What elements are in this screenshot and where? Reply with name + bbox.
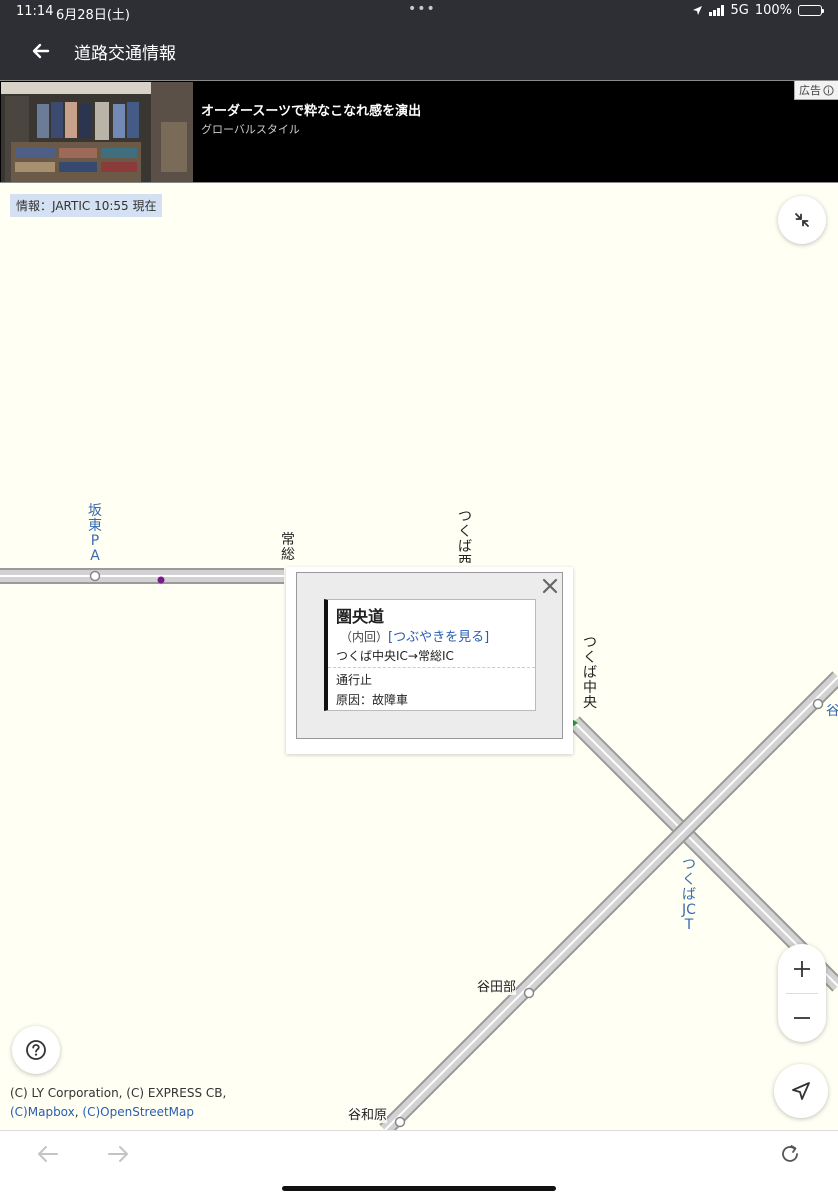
copyright-line2: (C)Mapbox, (C)OpenStreetMap <box>10 1103 226 1122</box>
incident-marker <box>157 576 165 584</box>
home-indicator[interactable] <box>282 1186 556 1191</box>
plus-icon <box>794 960 810 977</box>
collapse-map-button[interactable] <box>778 196 826 244</box>
battery-percent: 100% <box>754 3 792 18</box>
label-tsukuba-jct: つくばJCT <box>682 857 696 933</box>
label-edge: 谷 <box>826 704 838 719</box>
page-title: 道路交通情報 <box>74 44 176 64</box>
label-tsukuba-chuo: つくば中央 <box>583 635 597 711</box>
ad-sponsor: グローバルスタイル <box>201 123 300 136</box>
copyright-line1: (C) LY Corporation, (C) EXPRESS CB, <box>10 1086 227 1100</box>
incident-popup-frame: 圏央道 （内回）[つぶやきを見る] つくば中央IC→常総IC 通行止 原因：故障… <box>296 572 563 739</box>
minus-icon <box>794 1016 810 1019</box>
help-circle-icon <box>26 1040 46 1060</box>
browser-back-button[interactable] <box>31 1140 65 1168</box>
bottom-toolbar <box>0 1130 838 1199</box>
back-arrow-icon[interactable] <box>28 38 54 64</box>
zoom-out-button[interactable] <box>778 993 826 1042</box>
help-button[interactable] <box>12 1026 60 1074</box>
cause-label: 原因：故障車 <box>336 693 409 707</box>
openstreetmap-link[interactable]: (C)OpenStreetMap <box>82 1105 194 1119</box>
app-header: 道路交通情報 <box>0 24 838 80</box>
status-date: 6月28日(土) <box>56 8 130 23</box>
ad-banner[interactable]: オーダースーツで粋なこなれ感を演出 グローバルスタイル 広告 <box>0 80 838 183</box>
incident-popup: 圏央道 （内回）[つぶやきを見る] つくば中央IC→常総IC 通行止 原因：故障… <box>286 567 573 754</box>
mapbox-link[interactable]: (C)Mapbox <box>10 1105 75 1119</box>
status-right: 5G 100% <box>692 3 824 18</box>
ad-badge-label: 広告 <box>799 84 821 97</box>
ad-badge[interactable]: 広告 <box>794 81 838 100</box>
ad-headline[interactable]: オーダースーツで粋なこなれ感を演出 <box>201 100 421 119</box>
reload-button[interactable] <box>773 1140 807 1168</box>
ad-image[interactable] <box>1 82 193 182</box>
direction-line: （内回）[つぶやきを見る] <box>340 626 489 645</box>
signal-bars-icon <box>709 5 725 16</box>
zoom-control <box>778 944 826 1042</box>
navigation-arrow-icon <box>792 1082 810 1100</box>
browser-back-icon <box>38 1146 58 1162</box>
network-type: 5G <box>730 3 749 18</box>
browser-forward-button[interactable] <box>101 1140 135 1168</box>
status-bar: 11:14 6月28日(土) ••• 5G 100% <box>0 0 838 24</box>
status-label: 通行止 <box>336 673 373 687</box>
label-yatabe: 谷田部 <box>477 976 517 995</box>
traffic-map[interactable]: 情報：JARTIC 10:55 現在 坂東PA 常総 つくば西 つくば中央 つく… <box>0 184 838 1130</box>
data-source-label: 情報：JARTIC 10:55 現在 <box>10 194 163 217</box>
label-bando-pa: 坂東PA <box>88 503 102 564</box>
incident-card: 圏央道 （内回）[つぶやきを見る] つくば中央IC→常総IC 通行止 原因：故障… <box>324 599 536 711</box>
multitasking-dots-icon[interactable]: ••• <box>408 1 436 17</box>
locate-button[interactable] <box>774 1064 828 1118</box>
status-time: 11:14 <box>16 4 54 19</box>
direction-label: （内回） <box>340 630 389 644</box>
popup-close-button[interactable] <box>539 575 561 597</box>
map-copyright: (C) LY Corporation, (C) EXPRESS CB, (C)M… <box>10 1084 226 1122</box>
road-name: 圏央道 <box>336 607 385 626</box>
label-tsukuba-nishi: つくば西 <box>458 510 472 563</box>
tweet-link[interactable]: [つぶやきを見る] <box>388 630 489 645</box>
reload-icon <box>782 1145 798 1162</box>
info-icon <box>823 84 834 96</box>
location-arrow-icon <box>693 6 703 15</box>
zoom-in-button[interactable] <box>778 944 826 993</box>
section-label: つくば中央IC→常総IC <box>336 649 454 663</box>
close-x-icon <box>542 578 558 594</box>
collapse-arrows-icon <box>795 213 809 227</box>
label-joso: 常総 <box>281 532 295 563</box>
browser-forward-icon <box>108 1146 128 1162</box>
card-divider <box>328 667 535 668</box>
label-yawara: 谷和原 <box>348 1104 388 1123</box>
battery-icon <box>798 5 824 16</box>
